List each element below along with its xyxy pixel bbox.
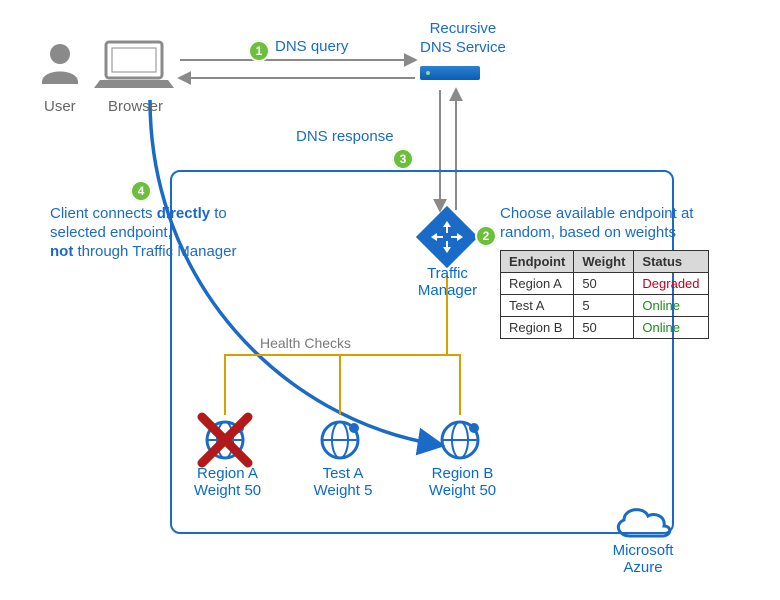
ep-a-name: Region A (197, 465, 258, 482)
cell-weight: 50 (574, 317, 634, 339)
dns-device-icon (420, 66, 480, 80)
th-weight: Weight (574, 251, 634, 273)
table-row: Region B50Online (501, 317, 709, 339)
step-4-badge: 4 (130, 180, 152, 202)
azure-l2: Azure (623, 559, 662, 576)
cell-endpoint: Region A (501, 273, 574, 295)
ep-t-weight: Weight 5 (314, 482, 373, 499)
user-icon (42, 44, 78, 84)
browser-label: Browser (108, 98, 163, 115)
dns-line1: Recursive (430, 20, 497, 37)
cell-status: Online (634, 295, 708, 317)
health-checks-label: Health Checks (260, 335, 351, 351)
ep-b-name: Region B (432, 465, 494, 482)
ep-t-name: Test A (323, 465, 364, 482)
cell-weight: 50 (574, 273, 634, 295)
endpoint-a-label: Region A Weight 50 (190, 465, 265, 499)
cell-endpoint: Region B (501, 317, 574, 339)
cell-status: Degraded (634, 273, 708, 295)
dns-service-label: Recursive DNS Service (420, 20, 506, 58)
ep-b-weight: Weight 50 (429, 482, 496, 499)
traffic-manager-label: Traffic Manager (400, 265, 495, 299)
cell-weight: 5 (574, 295, 634, 317)
dns-line2: DNS Service (420, 39, 506, 56)
th-endpoint: Endpoint (501, 251, 574, 273)
azure-label: Microsoft Azure (608, 542, 678, 576)
laptop-icon (94, 42, 174, 88)
step4-p3: not (50, 243, 73, 260)
cell-endpoint: Test A (501, 295, 574, 317)
azure-l1: Microsoft (613, 542, 674, 559)
ep-a-weight: Weight 50 (194, 482, 261, 499)
step-3-badge: 3 (392, 148, 414, 170)
endpoints-table: Endpoint Weight Status Region A50Degrade… (500, 250, 709, 339)
step-1-badge: 1 (248, 40, 270, 62)
step-2-text: Choose available endpoint at random, bas… (500, 205, 720, 243)
cell-status: Online (634, 317, 708, 339)
th-status: Status (634, 251, 708, 273)
step-1-text: DNS query (275, 38, 348, 57)
step-2-badge: 2 (475, 225, 497, 247)
table-row: Region A50Degraded (501, 273, 709, 295)
step4-p4: through Traffic Manager (73, 243, 236, 260)
user-label: User (44, 98, 76, 115)
step4-p0: Client connects (50, 205, 157, 222)
step4-p1: directly (157, 205, 210, 222)
table-row: Test A5Online (501, 295, 709, 317)
endpoint-testa-label: Test A Weight 5 (308, 465, 378, 499)
diagram-root: User Browser Recursive DNS Service Traff… (0, 0, 780, 600)
endpoint-b-label: Region B Weight 50 (425, 465, 500, 499)
step-4-text: Client connects directly to selected end… (50, 205, 280, 261)
step-3-text: DNS response (296, 128, 394, 147)
